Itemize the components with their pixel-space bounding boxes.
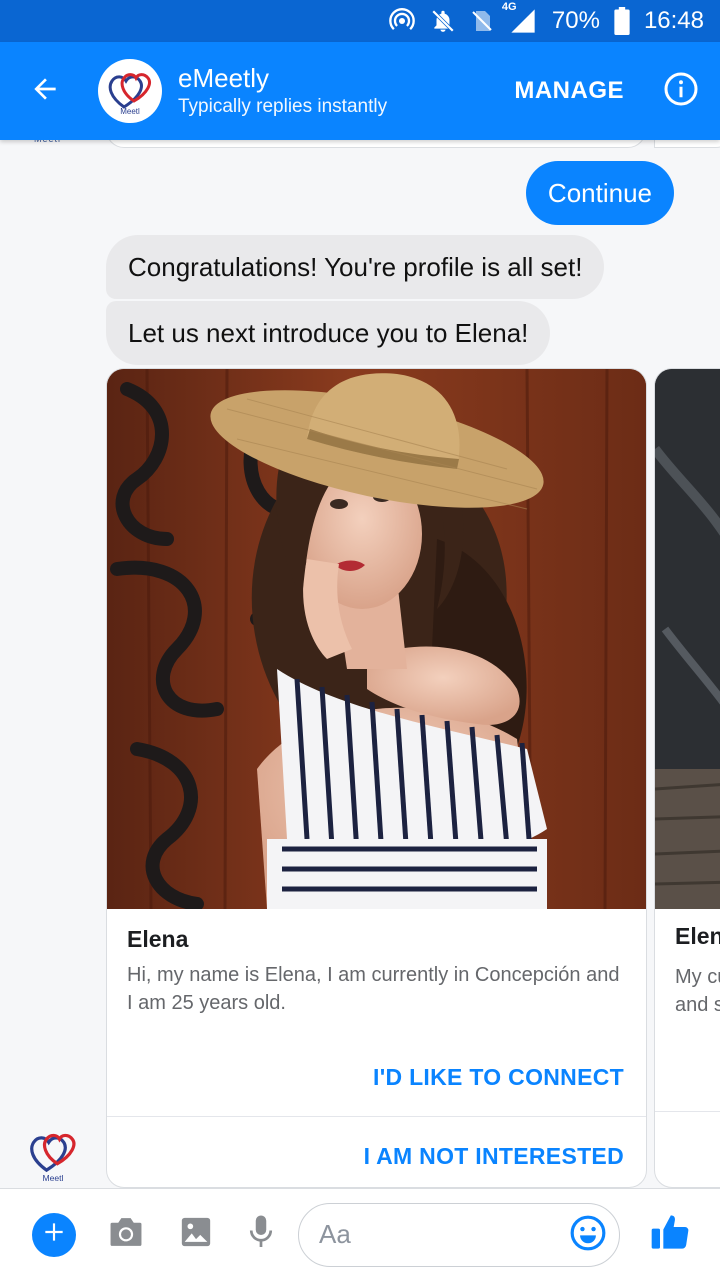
microphone-icon <box>248 1214 274 1255</box>
notifications-muted-icon <box>430 8 456 34</box>
gallery-button[interactable] <box>176 1215 216 1255</box>
camera-button[interactable] <box>106 1215 146 1255</box>
more-actions-button[interactable] <box>32 1212 76 1257</box>
message-input-container[interactable] <box>298 1202 620 1267</box>
next-profile-photo <box>655 369 720 909</box>
camera-icon <box>107 1215 145 1254</box>
header-titles[interactable]: eMeetly Typically replies instantly <box>178 62 496 120</box>
previous-card-edge-peek <box>654 140 720 148</box>
logo-text: Meetl <box>120 107 140 116</box>
message-thread[interactable]: ·Meetl· Continue Congratulations! You're… <box>0 140 720 1188</box>
card-description: Hi, my name is Elena, I am currently in … <box>127 964 620 1014</box>
not-interested-button[interactable]: I AM NOT INTERESTED <box>107 1117 646 1187</box>
conversation-title: eMeetly <box>178 63 270 93</box>
smiley-icon <box>569 1214 607 1257</box>
message-composer <box>0 1188 720 1280</box>
previous-card-edge <box>106 140 646 148</box>
hotspot-icon <box>388 7 416 35</box>
page-avatar[interactable]: Meetl <box>98 59 162 123</box>
status-bar: 4G 70% 16:48 <box>0 0 720 42</box>
like-button[interactable] <box>648 1213 692 1257</box>
conversation-subtitle: Typically replies instantly <box>178 96 388 117</box>
outgoing-message[interactable]: Continue <box>525 161 674 225</box>
emoji-button[interactable] <box>569 1214 607 1257</box>
network-type: 4G <box>501 1 517 13</box>
battery-icon <box>614 7 630 35</box>
image-icon <box>179 1215 213 1254</box>
previous-avatar-fragment: ·Meetl· <box>30 140 78 146</box>
incoming-message[interactable]: Congratulations! You're profile is all s… <box>106 235 605 299</box>
profile-card: Elena Hi, my name is Elena, I am current… <box>106 368 647 1188</box>
incoming-message[interactable]: Let us next introduce you to Elena! <box>106 301 551 365</box>
signal-icon: 4G <box>502 1 538 35</box>
logo-text: Meetl <box>43 1172 64 1182</box>
manage-button[interactable]: MANAGE <box>496 77 642 105</box>
clock: 16:48 <box>643 7 704 34</box>
message-input[interactable] <box>319 1219 559 1250</box>
svg-text:·Meetl·: ·Meetl· <box>30 140 65 143</box>
battery-percent: 70% <box>551 7 600 34</box>
next-profile-card[interactable]: Elena My current city is ... and s <box>654 368 720 1188</box>
card-title: Elena <box>127 926 189 952</box>
next-card-description: My current city is ... and s <box>675 966 720 1016</box>
back-button[interactable] <box>0 42 90 140</box>
profile-photo[interactable] <box>107 369 646 909</box>
divider <box>655 1111 720 1112</box>
plus-icon <box>41 1219 67 1250</box>
emeetly-logo-icon: Meetl <box>102 61 158 122</box>
next-card-title: Elena <box>675 923 720 949</box>
info-button[interactable] <box>642 42 720 140</box>
sender-avatar[interactable]: Meetl <box>22 1124 84 1186</box>
card-body: Elena Hi, my name is Elena, I am current… <box>107 909 646 1039</box>
thumbs-up-icon <box>650 1212 690 1257</box>
info-icon <box>663 71 699 112</box>
conversation-header: Meetl eMeetly Typically replies instantl… <box>0 42 720 140</box>
no-sim-icon <box>470 8 494 34</box>
arrow-left-icon <box>29 73 61 110</box>
emeetly-logo-icon: Meetl <box>23 1123 83 1188</box>
voice-button[interactable] <box>246 1215 276 1255</box>
connect-button[interactable]: I'D LIKE TO CONNECT <box>107 1039 646 1117</box>
